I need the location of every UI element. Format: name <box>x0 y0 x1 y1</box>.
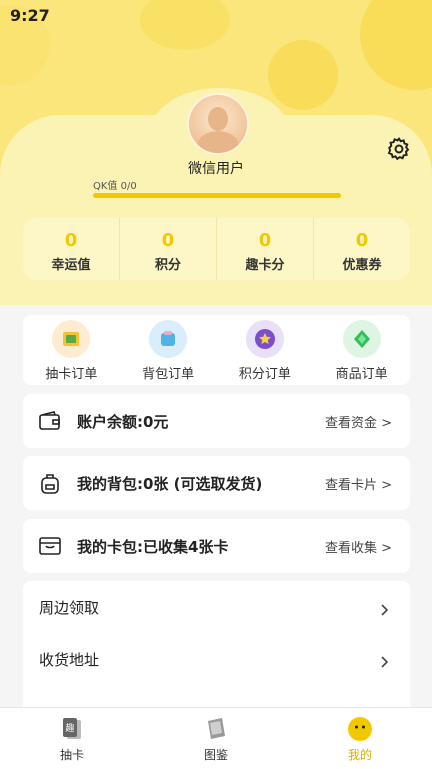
avatar-head <box>208 107 228 131</box>
orders-panel: 抽卡订单 背包订单 积分订单 商品订单 <box>23 315 410 385</box>
order-card-draw[interactable]: 抽卡订单 <box>23 315 120 385</box>
menu-item-label: 周边领取 <box>39 598 100 617</box>
menu-item-merch-claim[interactable]: 周边领取 <box>23 581 410 633</box>
card-wallet-title: 我的卡包:已收集4张卡 <box>77 537 229 556</box>
points-order-icon <box>245 320 284 358</box>
qk-label: QK值 0/0 <box>93 181 137 192</box>
account-balance-row[interactable]: 账户余额:0元 查看资金 > <box>23 394 410 448</box>
menu-item-shipping-address[interactable]: 收货地址 <box>23 633 410 685</box>
decor-blob <box>268 40 338 110</box>
order-label: 积分订单 <box>238 367 291 382</box>
goods-order-icon <box>342 320 381 358</box>
view-cards-link[interactable]: 查看卡片 > <box>325 474 392 493</box>
tab-label: 图鉴 <box>203 748 228 762</box>
stat-value: 0 <box>258 230 272 251</box>
view-funds-link[interactable]: 查看资金 > <box>325 412 392 431</box>
draw-card-icon: 趣 <box>58 715 86 743</box>
stat-points[interactable]: 0 积分 <box>120 218 217 280</box>
card-wallet-icon <box>38 534 62 558</box>
qk-progress-bar <box>93 193 341 198</box>
bottom-tab-bar: 趣 抽卡 图鉴 我的 <box>0 707 432 769</box>
stat-value: 0 <box>161 230 175 251</box>
stat-label: 趣卡分 <box>245 258 285 273</box>
view-collection-link[interactable]: 查看收集 > <box>325 537 392 556</box>
card-draw-order-icon <box>52 320 91 358</box>
status-time: 9:27 <box>10 6 50 25</box>
order-label: 背包订单 <box>142 367 195 382</box>
stat-label: 幸运值 <box>51 258 91 273</box>
card-wallet-row[interactable]: 我的卡包:已收集4张卡 查看收集 > <box>23 519 410 573</box>
decor-blob <box>140 0 230 50</box>
decor-blob <box>360 0 432 90</box>
avatar[interactable] <box>187 93 249 155</box>
stat-coupons[interactable]: 0 优惠券 <box>314 218 410 280</box>
backpack-row[interactable]: 我的背包:0张 (可选取发货) 查看卡片 > <box>23 456 410 510</box>
stats-panel: 0 幸运值 0 积分 0 趣卡分 0 优惠券 <box>23 218 410 280</box>
order-label: 抽卡订单 <box>45 367 98 382</box>
chevron-right-icon <box>378 653 390 668</box>
catalog-icon <box>202 715 230 743</box>
avatar-body <box>197 131 239 153</box>
stat-luck[interactable]: 0 幸运值 <box>23 218 120 280</box>
tab-label: 我的 <box>347 748 372 762</box>
stat-value: 0 <box>64 230 78 251</box>
menu-item-label: 收货地址 <box>39 650 100 669</box>
order-backpack[interactable]: 背包订单 <box>120 315 217 385</box>
tab-draw-card[interactable]: 趣 抽卡 <box>0 708 144 769</box>
svg-text:趣: 趣 <box>65 722 74 734</box>
username: 微信用户 <box>188 161 244 177</box>
backpack-title: 我的背包:0张 (可选取发货) <box>77 474 263 493</box>
tab-label: 抽卡 <box>59 748 84 762</box>
order-goods[interactable]: 商品订单 <box>313 315 410 385</box>
stat-label: 优惠券 <box>342 258 382 273</box>
backpack-icon <box>38 471 62 495</box>
order-points[interactable]: 积分订单 <box>217 315 314 385</box>
account-balance-title: 账户余额:0元 <box>77 412 169 431</box>
menu-list: 周边领取 收货地址 <box>23 581 410 707</box>
stat-card-score[interactable]: 0 趣卡分 <box>217 218 314 280</box>
order-label: 商品订单 <box>335 367 388 382</box>
profile-face-icon <box>346 715 374 743</box>
tab-catalog[interactable]: 图鉴 <box>144 708 288 769</box>
wallet-icon <box>38 409 62 433</box>
tab-mine[interactable]: 我的 <box>288 708 432 769</box>
settings-gear-icon[interactable] <box>386 136 412 162</box>
chevron-right-icon <box>378 601 390 616</box>
bag-order-icon <box>149 320 188 358</box>
stat-label: 积分 <box>154 258 181 273</box>
stat-value: 0 <box>355 230 369 251</box>
